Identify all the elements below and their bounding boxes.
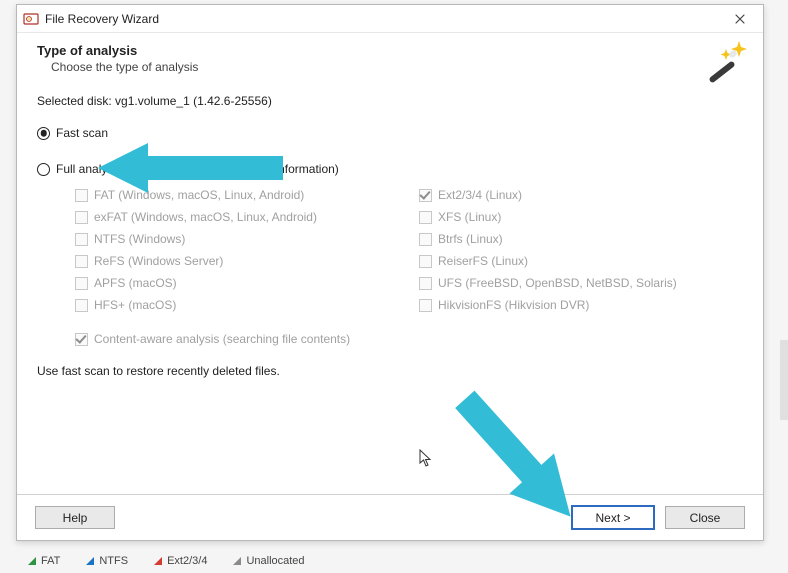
checkbox-fat: FAT (Windows, macOS, Linux, Android)	[75, 188, 399, 202]
checkbox-label: Content-aware analysis (searching file c…	[94, 332, 350, 346]
checkbox-hikvisionfs: HikvisionFS (Hikvision DVR)	[419, 298, 743, 312]
checkbox-icon	[419, 277, 432, 290]
button-bar: Help Next > Close	[17, 494, 763, 540]
triangle-icon	[233, 557, 241, 565]
checkbox-label: XFS (Linux)	[438, 210, 501, 224]
close-icon	[735, 14, 745, 24]
checkbox-icon	[75, 299, 88, 312]
checkbox-ext: Ext2/3/4 (Linux)	[419, 188, 743, 202]
hint-text: Use fast scan to restore recently delete…	[37, 364, 743, 378]
checkbox-icon	[419, 189, 432, 202]
checkbox-label: Btrfs (Linux)	[438, 232, 503, 246]
checkbox-label: ReiserFS (Linux)	[438, 254, 528, 268]
wizard-wand-icon	[701, 37, 749, 85]
checkbox-ufs: UFS (FreeBSD, OpenBSD, NetBSD, Solaris)	[419, 276, 743, 290]
close-button[interactable]	[723, 8, 757, 30]
selected-disk-label: Selected disk: vg1.volume_1 (1.42.6-2555…	[37, 94, 743, 108]
radio-label: Fast scan	[56, 126, 108, 140]
triangle-icon	[86, 557, 94, 565]
checkbox-icon	[419, 299, 432, 312]
checkbox-reiserfs: ReiserFS (Linux)	[419, 254, 743, 268]
checkbox-label: NTFS (Windows)	[94, 232, 185, 246]
radio-fast-scan[interactable]: Fast scan	[37, 126, 743, 140]
checkbox-icon	[419, 233, 432, 246]
triangle-icon	[28, 557, 36, 565]
checkbox-label: ReFS (Windows Server)	[94, 254, 223, 268]
checkbox-label: HikvisionFS (Hikvision DVR)	[438, 298, 589, 312]
help-button[interactable]: Help	[35, 506, 115, 529]
next-button[interactable]: Next >	[571, 505, 655, 530]
checkbox-label: UFS (FreeBSD, OpenBSD, NetBSD, Solaris)	[438, 276, 677, 290]
checkbox-label: exFAT (Windows, macOS, Linux, Android)	[94, 210, 317, 224]
checkbox-xfs: XFS (Linux)	[419, 210, 743, 224]
checkbox-icon	[75, 211, 88, 224]
titlebar: File Recovery Wizard	[17, 5, 763, 33]
checkbox-content-aware: Content-aware analysis (searching file c…	[75, 332, 743, 346]
mouse-cursor-icon	[419, 449, 433, 467]
page-heading: Type of analysis	[37, 43, 743, 58]
radio-icon	[37, 127, 50, 140]
checkbox-icon	[75, 333, 88, 346]
window-title: File Recovery Wizard	[45, 12, 723, 26]
checkbox-icon	[75, 255, 88, 268]
radio-icon	[37, 163, 50, 176]
legend-bar: FAT NTFS Ext2/3/4 Unallocated	[28, 555, 305, 567]
checkbox-icon	[75, 189, 88, 202]
legend-ntfs: NTFS	[86, 555, 128, 567]
legend-fat: FAT	[28, 555, 60, 567]
radio-label: Full analysis (searching for any availab…	[56, 162, 339, 176]
radio-full-analysis[interactable]: Full analysis (searching for any availab…	[37, 162, 743, 176]
checkbox-label: Ext2/3/4 (Linux)	[438, 188, 522, 202]
wizard-header: Type of analysis Choose the type of anal…	[17, 33, 763, 84]
checkbox-label: FAT (Windows, macOS, Linux, Android)	[94, 188, 304, 202]
page-subheading: Choose the type of analysis	[51, 60, 743, 74]
checkbox-refs: ReFS (Windows Server)	[75, 254, 399, 268]
wizard-body: Selected disk: vg1.volume_1 (1.42.6-2555…	[17, 84, 763, 494]
checkbox-icon	[419, 211, 432, 224]
wizard-dialog: File Recovery Wizard Type of analysis Ch…	[16, 4, 764, 541]
checkbox-ntfs: NTFS (Windows)	[75, 232, 399, 246]
checkbox-apfs: APFS (macOS)	[75, 276, 399, 290]
checkbox-label: APFS (macOS)	[94, 276, 177, 290]
checkbox-exfat: exFAT (Windows, macOS, Linux, Android)	[75, 210, 399, 224]
app-icon	[23, 11, 39, 27]
legend-ext: Ext2/3/4	[154, 555, 207, 567]
legend-unallocated: Unallocated	[233, 555, 304, 567]
triangle-icon	[154, 557, 162, 565]
filesystem-grid: FAT (Windows, macOS, Linux, Android) Ext…	[75, 188, 743, 312]
checkbox-btrfs: Btrfs (Linux)	[419, 232, 743, 246]
checkbox-icon	[75, 277, 88, 290]
checkbox-label: HFS+ (macOS)	[94, 298, 176, 312]
checkbox-icon	[419, 255, 432, 268]
checkbox-icon	[75, 233, 88, 246]
close-dialog-button[interactable]: Close	[665, 506, 745, 529]
checkbox-hfs: HFS+ (macOS)	[75, 298, 399, 312]
